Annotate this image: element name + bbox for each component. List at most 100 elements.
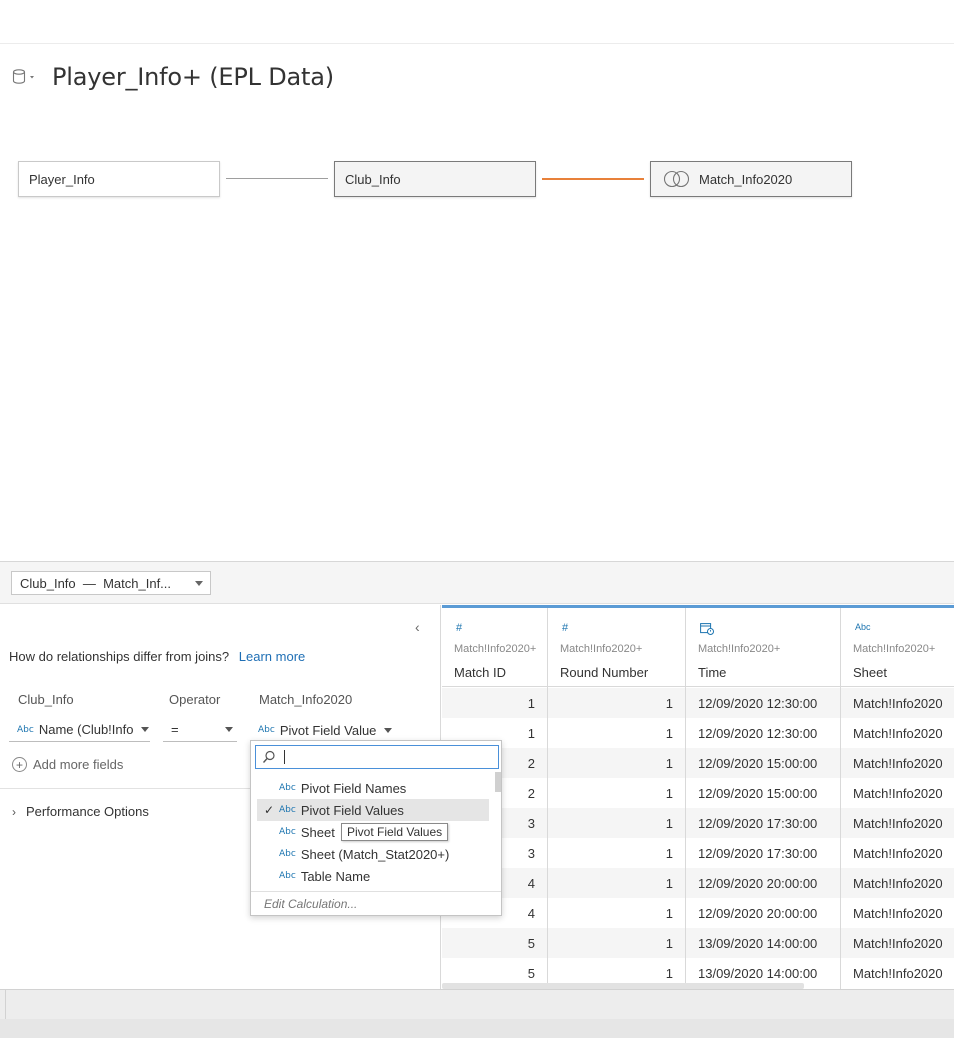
- number-type-icon[interactable]: #: [562, 622, 568, 634]
- top-toolbar: [0, 0, 954, 44]
- add-more-fields-button[interactable]: + Add more fields: [12, 757, 123, 772]
- divider: [5, 990, 6, 1020]
- data-grid[interactable]: # Match!Info2020+ Match ID 1122334455 # …: [442, 605, 954, 990]
- relationship-canvas[interactable]: Player_Info Club_Info Match_Info2020: [0, 100, 954, 560]
- table-cell[interactable]: 1: [548, 838, 685, 868]
- performance-options-toggle[interactable]: › Performance Options: [12, 804, 149, 819]
- column-header[interactable]: # Match!Info2020+ Match ID: [442, 608, 547, 687]
- table-cell[interactable]: Match!Info2020: [841, 688, 954, 718]
- table-node-club-info[interactable]: Club_Info: [334, 161, 536, 197]
- collapse-panel-icon[interactable]: ‹: [415, 619, 420, 635]
- relationship-bar: Club_Info — Match_Inf...: [0, 562, 954, 604]
- add-circle-icon: +: [12, 757, 27, 772]
- datasource-title[interactable]: Player_Info+ (EPL Data): [52, 63, 334, 91]
- operator-value: =: [171, 722, 179, 737]
- dropdown-item[interactable]: Abc Pivot Field Names: [257, 777, 489, 799]
- date-time-icon[interactable]: [700, 622, 714, 638]
- column-header[interactable]: Match!Info2020+ Time: [686, 608, 840, 687]
- table-cell[interactable]: Match!Info2020: [841, 718, 954, 748]
- dropdown-item-label: Sheet (Match_Stat2020+): [300, 846, 450, 862]
- relationship-select[interactable]: Club_Info — Match_Inf...: [11, 571, 211, 595]
- table-node-match-info[interactable]: Match_Info2020: [650, 161, 852, 197]
- table-cell[interactable]: 12/09/2020 15:00:00: [686, 748, 840, 778]
- table-cell[interactable]: Match!Info2020: [841, 838, 954, 868]
- grid-column-time[interactable]: Match!Info2020+ Time 12/09/2020 12:30:00…: [686, 608, 841, 990]
- table-cell[interactable]: 12/09/2020 20:00:00: [686, 898, 840, 928]
- edit-calculation-link[interactable]: Edit Calculation...: [264, 897, 357, 911]
- table-cell[interactable]: 13/09/2020 14:00:00: [686, 928, 840, 958]
- table-cell[interactable]: 1: [548, 808, 685, 838]
- table-cell[interactable]: 1: [548, 748, 685, 778]
- table-cell[interactable]: 5: [442, 928, 547, 958]
- search-icon: [262, 750, 275, 763]
- table-cell[interactable]: 1: [548, 868, 685, 898]
- column-source: Match!Info2020+: [454, 643, 537, 655]
- dropdown-search-field[interactable]: [255, 745, 499, 769]
- table-cell[interactable]: Match!Info2020: [841, 928, 954, 958]
- left-field-select[interactable]: Abc Name (Club!Info: [9, 718, 150, 742]
- dropdown-item-label: Pivot Field Names: [300, 780, 407, 796]
- datasource-header: Player_Info+ (EPL Data): [12, 60, 334, 94]
- table-cell[interactable]: 12/09/2020 17:30:00: [686, 808, 840, 838]
- table-cell[interactable]: 12/09/2020 20:00:00: [686, 868, 840, 898]
- operator-header: Operator: [169, 692, 221, 707]
- column-header[interactable]: Abc Match!Info2020+ Sheet: [841, 608, 954, 687]
- table-node-label: Match_Info2020: [699, 171, 793, 187]
- table-cell[interactable]: 12/09/2020 12:30:00: [686, 718, 840, 748]
- table-cell[interactable]: 1: [442, 688, 547, 718]
- dropdown-item[interactable]: ✓ Abc Pivot Field Values: [257, 799, 489, 821]
- string-type-icon: Abc: [279, 849, 296, 859]
- column-source: Match!Info2020+: [560, 643, 643, 655]
- chevron-down-icon: [384, 727, 393, 733]
- sheet-tabs-bar: [0, 989, 954, 1020]
- table-cell[interactable]: 12/09/2020 15:00:00: [686, 778, 840, 808]
- divider: [251, 891, 501, 892]
- table-cell[interactable]: Match!Info2020: [841, 958, 954, 988]
- relationship-line-selected[interactable]: [542, 178, 644, 180]
- table-cell[interactable]: 1: [548, 928, 685, 958]
- database-icon[interactable]: [12, 66, 38, 88]
- table-cell[interactable]: Match!Info2020: [841, 868, 954, 898]
- status-bar: [0, 1019, 954, 1038]
- string-type-icon[interactable]: Abc: [855, 622, 871, 632]
- string-type-icon: Abc: [17, 724, 34, 735]
- dropdown-item[interactable]: Abc Table Name: [257, 865, 489, 887]
- string-type-icon: Abc: [279, 871, 296, 881]
- left-field-value: Name (Club!Info: [38, 722, 134, 737]
- right-field-value: Pivot Field Value: [279, 722, 377, 738]
- column-header[interactable]: # Match!Info2020+ Round Number: [548, 608, 685, 687]
- string-type-icon: Abc: [279, 827, 296, 837]
- right-field-select[interactable]: Abc Pivot Field Value: [258, 718, 408, 742]
- table-node-player-info[interactable]: Player_Info: [18, 161, 220, 197]
- table-cell[interactable]: 1: [548, 718, 685, 748]
- chevron-down-icon: [225, 727, 233, 732]
- relationship-select-value: Club_Info — Match_Inf...: [20, 575, 172, 591]
- table-cell[interactable]: Match!Info2020: [841, 778, 954, 808]
- dropdown-scrollbar[interactable]: [495, 772, 501, 792]
- table-cell[interactable]: 1: [548, 688, 685, 718]
- relationship-line[interactable]: [226, 178, 328, 179]
- table-node-label: Player_Info: [29, 171, 95, 187]
- operator-select[interactable]: =: [163, 718, 237, 742]
- dropdown-item[interactable]: Abc Sheet (Match_Stat2020+): [257, 843, 489, 865]
- table-cell[interactable]: 12/09/2020 17:30:00: [686, 838, 840, 868]
- chevron-down-icon: [141, 727, 150, 732]
- table-cell[interactable]: Match!Info2020: [841, 898, 954, 928]
- learn-more-link[interactable]: Learn more: [239, 649, 305, 664]
- union-circles-icon: [663, 170, 690, 188]
- column-name: Round Number: [560, 665, 649, 680]
- text-cursor: [284, 750, 285, 764]
- table-cell[interactable]: 1: [548, 778, 685, 808]
- column-name: Time: [698, 665, 727, 680]
- grid-column-sheet[interactable]: Abc Match!Info2020+ Sheet Match!Info2020…: [841, 608, 954, 990]
- table-node-label: Club_Info: [345, 171, 401, 187]
- grid-column-round-number[interactable]: # Match!Info2020+ Round Number 111111111…: [548, 608, 686, 990]
- table-cell[interactable]: 12/09/2020 12:30:00: [686, 688, 840, 718]
- string-type-icon: Abc: [258, 725, 275, 735]
- string-type-icon: Abc: [279, 783, 296, 793]
- table-cell[interactable]: Match!Info2020: [841, 808, 954, 838]
- table-cell[interactable]: 1: [548, 898, 685, 928]
- number-type-icon[interactable]: #: [456, 622, 462, 634]
- table-cell[interactable]: Match!Info2020: [841, 748, 954, 778]
- relationship-help: How do relationships differ from joins? …: [9, 649, 305, 664]
